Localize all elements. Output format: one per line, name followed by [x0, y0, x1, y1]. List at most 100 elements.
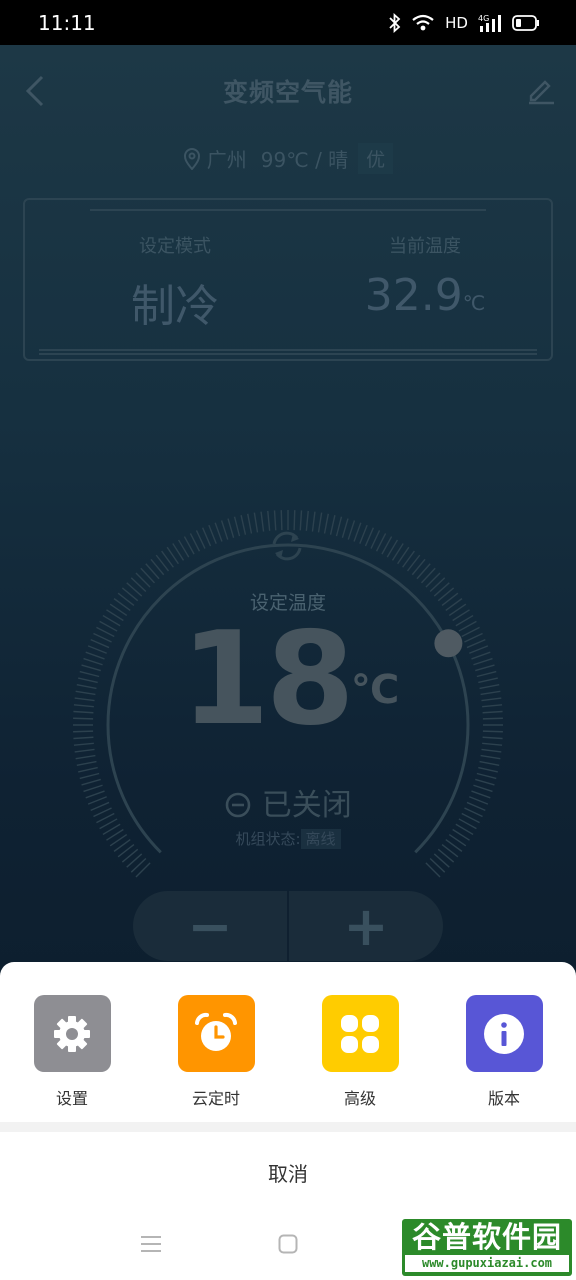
advanced-tile	[321, 995, 399, 1072]
dial-tick	[214, 522, 223, 542]
dial-tick	[247, 513, 253, 534]
dial-tick	[78, 766, 98, 773]
dial-tick	[220, 520, 229, 540]
card-bottom-line	[39, 349, 537, 355]
watermark-sub: www.gupuxiazai.com	[405, 1255, 569, 1272]
cancel-button[interactable]: 取消	[0, 1132, 576, 1212]
dial-tick	[280, 510, 283, 531]
alarm-clock-icon	[195, 1012, 237, 1051]
unit-status: 机组状态: 离线	[0, 828, 576, 849]
back-button[interactable]	[22, 73, 48, 109]
mode-label: 设定模式	[139, 236, 211, 257]
network-label: HD	[445, 13, 468, 32]
dial-tick	[480, 754, 501, 760]
temp-stepper: − +	[133, 891, 443, 961]
dial-tick	[227, 518, 235, 538]
set-temp-unit: ℃	[350, 667, 399, 713]
current-temp-value: 32.9	[364, 270, 463, 321]
dial-tick	[347, 520, 356, 540]
sheet-separator	[0, 1122, 576, 1132]
location-pin-icon	[183, 147, 200, 170]
dial-tick	[311, 511, 316, 532]
dial-tick	[201, 527, 212, 547]
dial-tick	[479, 760, 500, 766]
dial-tick	[240, 515, 247, 535]
increase-temp-button[interactable]: +	[289, 891, 443, 961]
status-icons: HD 4G	[389, 12, 540, 33]
dial-tick	[76, 760, 97, 766]
dial-tick	[359, 524, 368, 544]
unit-status-label: 机组状态:	[235, 830, 301, 848]
settings-tile	[33, 995, 111, 1072]
card-top-line	[90, 209, 486, 211]
home-icon[interactable]	[278, 1234, 298, 1254]
dial-tick	[233, 516, 241, 537]
unit-status-value: 离线	[300, 829, 341, 849]
menu-icon[interactable]	[140, 1234, 162, 1254]
dial-tick	[323, 513, 329, 534]
dial-tick	[341, 518, 349, 538]
dial-tick	[79, 772, 100, 780]
dial-tick	[195, 530, 206, 549]
dial-tick	[317, 512, 323, 533]
page-title: 变频空气能	[222, 78, 353, 107]
info-icon	[484, 1013, 524, 1054]
weather-info: 广州 99℃ / 晴 优	[0, 143, 576, 174]
temperature-dial: 设定温度 18℃ 已关闭 机组状态: 离线	[0, 440, 576, 880]
dial-tick	[208, 524, 217, 544]
dial-tick	[267, 510, 271, 531]
mode-value: 制冷	[131, 281, 219, 332]
action-version[interactable]: 版本	[454, 995, 554, 1109]
clover-icon	[341, 1014, 379, 1053]
dial-tick	[253, 512, 259, 533]
cloud-timer-label: 云定时	[191, 1089, 240, 1108]
version-label: 版本	[487, 1089, 520, 1108]
aqi-badge: 优	[358, 143, 394, 174]
settings-label: 设置	[55, 1089, 88, 1108]
dial-tick	[75, 754, 96, 760]
current-temp-section: 当前温度 32.9℃	[345, 232, 505, 321]
version-tile	[465, 995, 543, 1072]
dial-tick	[335, 516, 343, 537]
dial-tick	[370, 530, 381, 549]
dial-tick	[329, 515, 336, 535]
signal-label: 4G	[478, 14, 489, 23]
dial-tick	[478, 766, 498, 773]
watermark-main: 谷普软件园	[411, 1220, 562, 1254]
watermark-logo: 谷普软件园 www.gupuxiazai.com	[402, 1219, 572, 1276]
current-temp-label: 当前温度	[389, 236, 461, 257]
power-off-icon	[225, 792, 251, 818]
cloud-timer-tile	[177, 995, 255, 1072]
action-grid: 设置 云定时 高级 版本	[0, 995, 576, 1125]
mode-section: 设定模式 制冷	[95, 232, 255, 334]
decrease-temp-button[interactable]: −	[133, 891, 287, 961]
city-name: 广州	[206, 148, 247, 172]
dial-tick	[273, 510, 277, 531]
top-bar: 变频空气能	[0, 45, 576, 137]
dial-tick	[476, 772, 497, 780]
status-bar: 11:11 HD 4G	[0, 0, 576, 45]
dial-tick	[353, 522, 362, 542]
current-temp-display: 32.9℃	[345, 270, 505, 321]
advanced-label: 高级	[343, 1089, 376, 1108]
gear-icon	[54, 1015, 90, 1052]
action-cloud-timer[interactable]: 云定时	[166, 995, 266, 1109]
action-advanced[interactable]: 高级	[310, 995, 410, 1109]
power-state[interactable]: 已关闭	[0, 780, 576, 824]
dial-tick	[299, 510, 303, 531]
current-temp-unit: ℃	[462, 291, 486, 315]
dial-tick	[293, 510, 296, 531]
dial-tick	[260, 511, 265, 532]
info-card: 设定模式 制冷 当前温度 32.9℃	[23, 198, 553, 361]
status-time: 11:11	[38, 10, 96, 35]
battery-icon	[512, 14, 539, 31]
power-state-text: 已关闭	[261, 788, 352, 823]
wifi-icon	[412, 14, 434, 30]
action-settings[interactable]: 设置	[22, 995, 122, 1109]
set-temp-value: 18	[180, 605, 355, 754]
edit-button[interactable]	[526, 75, 556, 105]
bluetooth-icon	[389, 12, 401, 33]
weather-temp: 99℃ / 晴	[260, 148, 349, 172]
set-temp-display: 18℃	[0, 610, 576, 750]
dial-tick	[305, 510, 309, 531]
